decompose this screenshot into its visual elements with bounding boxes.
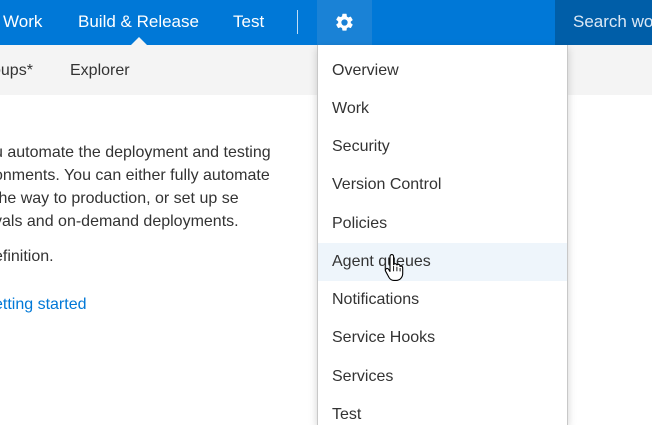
hub-tab-explorer[interactable]: Explorer bbox=[70, 45, 130, 97]
settings-menu: Overview Work Security Version Control P… bbox=[317, 45, 568, 425]
search-placeholder: Search wo bbox=[573, 12, 652, 31]
menu-item-notifications[interactable]: Notifications bbox=[318, 281, 567, 319]
nav-divider bbox=[297, 10, 298, 34]
menu-item-security[interactable]: Security bbox=[318, 128, 567, 166]
main-content: u automate the deployment and testing on… bbox=[0, 95, 330, 413]
nav-tab-test[interactable]: Test bbox=[233, 0, 264, 45]
description-line-2: onments. You can either fully automate bbox=[0, 167, 270, 184]
menu-item-policies[interactable]: Policies bbox=[318, 205, 567, 243]
menu-item-overview[interactable]: Overview bbox=[318, 52, 567, 90]
menu-item-version-control[interactable]: Version Control bbox=[318, 166, 567, 204]
search-input[interactable]: Search wo bbox=[555, 0, 652, 45]
nav-tab-work[interactable]: Work bbox=[3, 0, 42, 45]
top-navigation-bar: Work Build & Release Test Search wo bbox=[0, 0, 652, 45]
menu-item-test[interactable]: Test bbox=[318, 396, 567, 425]
menu-item-services[interactable]: Services bbox=[318, 358, 567, 396]
definition-note: efinition. bbox=[0, 248, 54, 265]
active-tab-caret bbox=[131, 37, 147, 45]
settings-button[interactable] bbox=[317, 0, 372, 45]
menu-item-work[interactable]: Work bbox=[318, 90, 567, 128]
hub-tab-groups[interactable]: oups* bbox=[0, 45, 33, 97]
menu-item-service-hooks[interactable]: Service Hooks bbox=[318, 319, 567, 357]
gear-icon bbox=[336, 13, 353, 31]
description-line-3: the way to production, or set up se bbox=[0, 190, 239, 207]
menu-item-agent-queues[interactable]: Agent queues bbox=[318, 243, 567, 281]
getting-started-link[interactable]: etting started bbox=[0, 293, 87, 316]
description-line-1: u automate the deployment and testing bbox=[0, 144, 271, 161]
description-line-4: vals and on-demand deployments. bbox=[0, 213, 239, 230]
